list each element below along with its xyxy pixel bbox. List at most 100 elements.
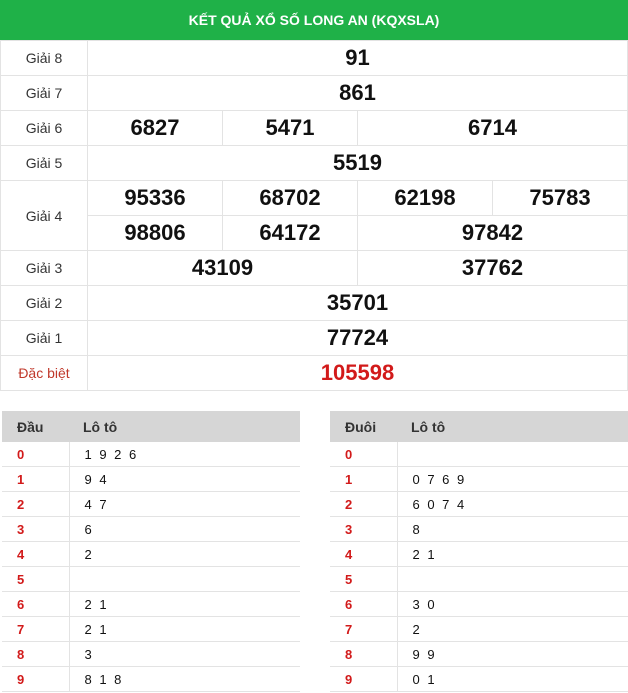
loto-values: 1 9 2 6 (69, 442, 300, 467)
table-row: 63 0 (330, 591, 628, 617)
loto-values: 8 1 8 (69, 666, 300, 692)
table-row: 98 1 8 (2, 666, 300, 692)
digit-key: 7 (330, 616, 398, 642)
prize-number: 5471 (222, 110, 358, 146)
digit-key: 4 (2, 541, 70, 567)
prize-number: 68702 (222, 180, 358, 216)
digit-key: 6 (2, 591, 70, 617)
loto-values: 4 7 (69, 491, 300, 517)
digit-key: 9 (330, 666, 398, 692)
table-row: 5 (2, 566, 300, 592)
prize-label: Giải 6 (0, 110, 88, 146)
table-row: 83 (2, 641, 300, 667)
loto-values: 0 1 (397, 666, 628, 692)
table-row: 62 1 (2, 591, 300, 617)
prize-number: 43109 (87, 250, 358, 286)
prize-number: 861 (87, 75, 628, 111)
prize-row-1: Giải 1 77724 (0, 320, 628, 356)
digit-key: 5 (330, 566, 398, 592)
loto-values: 9 9 (397, 641, 628, 667)
digit-key: 6 (330, 591, 398, 617)
table-row: 38 (330, 516, 628, 542)
jackpot-number: 105598 (87, 355, 628, 391)
prize-number: 97842 (357, 215, 628, 251)
loto-values: 2 (69, 541, 300, 567)
column-header: Đuôi (330, 411, 397, 442)
results-table: Giải 8 91 Giải 7 861 Giải 6 6827 5471 67… (0, 40, 628, 391)
prize-row-3: Giải 3 43109 37762 (0, 250, 628, 286)
table-row: 26 0 7 4 (330, 491, 628, 517)
prize-number: 91 (87, 40, 628, 76)
results-title: KẾT QUẢ XỔ SỐ LONG AN (KQXSLA) (0, 0, 628, 40)
table-row: 72 (330, 616, 628, 642)
table-row: 24 7 (2, 491, 300, 517)
loto-values: 8 (397, 516, 628, 542)
digit-key: 2 (2, 491, 70, 517)
prize-label: Giải 5 (0, 145, 88, 181)
table-row: 89 9 (330, 641, 628, 667)
prize-row-4a: Giải 4 95336 68702 62198 75783 (0, 180, 628, 251)
prize-number: 75783 (492, 180, 628, 216)
digit-key: 2 (330, 491, 398, 517)
loto-values (397, 566, 628, 592)
prize-number: 98806 (87, 215, 223, 251)
prize-label: Giải 1 (0, 320, 88, 356)
digit-key: 1 (330, 466, 398, 492)
prize-number: 64172 (222, 215, 358, 251)
prize-row-4b: 98806 64172 97842 (1, 215, 628, 251)
table-row: 42 1 (330, 541, 628, 567)
digit-key: 3 (330, 516, 398, 542)
table-row: 5 (330, 566, 628, 592)
prize-label: Đặc biệt (0, 355, 88, 391)
column-header: Đầu (2, 411, 69, 442)
prize-row-2: Giải 2 35701 (0, 285, 628, 321)
loto-values: 2 (397, 616, 628, 642)
digit-key: 4 (330, 541, 398, 567)
loto-values: 2 1 (397, 541, 628, 567)
table-row: 0 (330, 442, 628, 467)
digit-key: 0 (330, 442, 398, 467)
prize-label: Giải 3 (0, 250, 88, 286)
prize-label: Giải 7 (0, 75, 88, 111)
table-header-row: Đuôi Lô tô (330, 411, 628, 442)
digit-key: 8 (330, 641, 398, 667)
digit-key: 0 (2, 442, 70, 467)
digit-key: 3 (2, 516, 70, 542)
table-row: 42 (2, 541, 300, 567)
prize-number: 37762 (357, 250, 628, 286)
loto-values (69, 566, 300, 592)
prize-row-special: Đặc biệt 105598 (0, 355, 628, 391)
table-row: 72 1 (2, 616, 300, 642)
table-row: 19 4 (2, 466, 300, 492)
loto-values (397, 442, 628, 467)
prize-label: Giải 8 (0, 40, 88, 76)
loto-values: 6 0 7 4 (397, 491, 628, 517)
prize-label: Giải 2 (0, 285, 88, 321)
table-row: 01 9 2 6 (2, 442, 300, 467)
prize-label: Giải 4 (0, 180, 88, 251)
prize-row-7: Giải 7 861 (0, 75, 628, 111)
loto-values: 3 (69, 641, 300, 667)
digit-key: 5 (2, 566, 70, 592)
loto-values: 2 1 (69, 616, 300, 642)
prize-number: 6714 (357, 110, 628, 146)
prize-row-8: Giải 8 91 (0, 40, 628, 76)
prize-row-6: Giải 6 6827 5471 6714 (0, 110, 628, 146)
loto-values: 2 1 (69, 591, 300, 617)
column-header: Lô tô (397, 411, 628, 442)
loto-values: 3 0 (397, 591, 628, 617)
prize-number: 62198 (357, 180, 493, 216)
column-header: Lô tô (69, 411, 300, 442)
prize-row-5: Giải 5 5519 (0, 145, 628, 181)
prize-number: 77724 (87, 320, 628, 356)
table-header-row: Đầu Lô tô (2, 411, 300, 442)
tail-loto-table: Đuôi Lô tô 010 7 6 926 0 7 43842 1563 07… (330, 411, 628, 692)
digit-key: 8 (2, 641, 70, 667)
prize-number: 5519 (87, 145, 628, 181)
table-row: 36 (2, 516, 300, 542)
digit-key: 1 (2, 466, 70, 492)
table-row: 90 1 (330, 666, 628, 692)
prize-number: 35701 (87, 285, 628, 321)
digit-key: 9 (2, 666, 70, 692)
head-loto-table: Đầu Lô tô 01 9 2 619 424 73642562 172 18… (2, 411, 300, 692)
